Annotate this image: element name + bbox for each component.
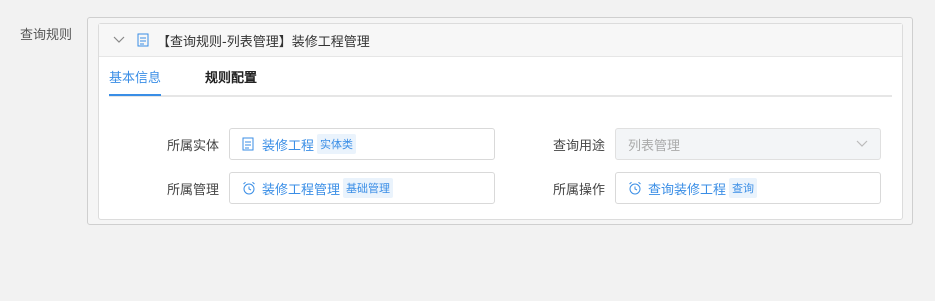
operation-value[interactable]: 查询装修工程 [648, 179, 726, 198]
rule-panel: 【查询规则-列表管理】装修工程管理 基本信息 规则配置 所属实体 装修工程 实体… [98, 23, 903, 220]
alarm-clock-icon [628, 181, 642, 195]
tab-bar: 基本信息 规则配置 [109, 57, 892, 97]
document-icon [137, 33, 151, 47]
usage-label: 查询用途 [552, 139, 605, 154]
tab-rule-config[interactable]: 规则配置 [205, 67, 257, 94]
entity-tag: 实体类 [317, 134, 357, 154]
management-value[interactable]: 装修工程管理 [262, 179, 340, 198]
usage-value: 列表管理 [628, 138, 681, 154]
tab-basic-info[interactable]: 基本信息 [109, 67, 162, 96]
operation-tag: 查询 [729, 178, 758, 198]
entity-value[interactable]: 装修工程 [262, 135, 314, 154]
panel-title: 【查询规则-列表管理】装修工程管理 [157, 34, 370, 50]
usage-select[interactable]: 列表管理 [615, 128, 881, 160]
operation-label: 所属操作 [552, 183, 605, 198]
management-tag: 基础管理 [343, 178, 394, 198]
management-field[interactable]: 装修工程管理 基础管理 [229, 172, 495, 204]
entity-label: 所属实体 [166, 139, 219, 154]
panel-header[interactable]: 【查询规则-列表管理】装修工程管理 [99, 24, 902, 57]
rule-container: 【查询规则-列表管理】装修工程管理 基本信息 规则配置 所属实体 装修工程 实体… [87, 17, 913, 225]
chevron-down-icon[interactable] [111, 32, 127, 48]
document-icon [242, 137, 256, 151]
entity-field[interactable]: 装修工程 实体类 [229, 128, 495, 160]
field-label: 查询规则 [20, 28, 73, 43]
chevron-down-icon [856, 137, 868, 152]
alarm-clock-icon [242, 181, 256, 195]
management-label: 所属管理 [166, 183, 219, 198]
operation-field[interactable]: 查询装修工程 查询 [615, 172, 881, 204]
